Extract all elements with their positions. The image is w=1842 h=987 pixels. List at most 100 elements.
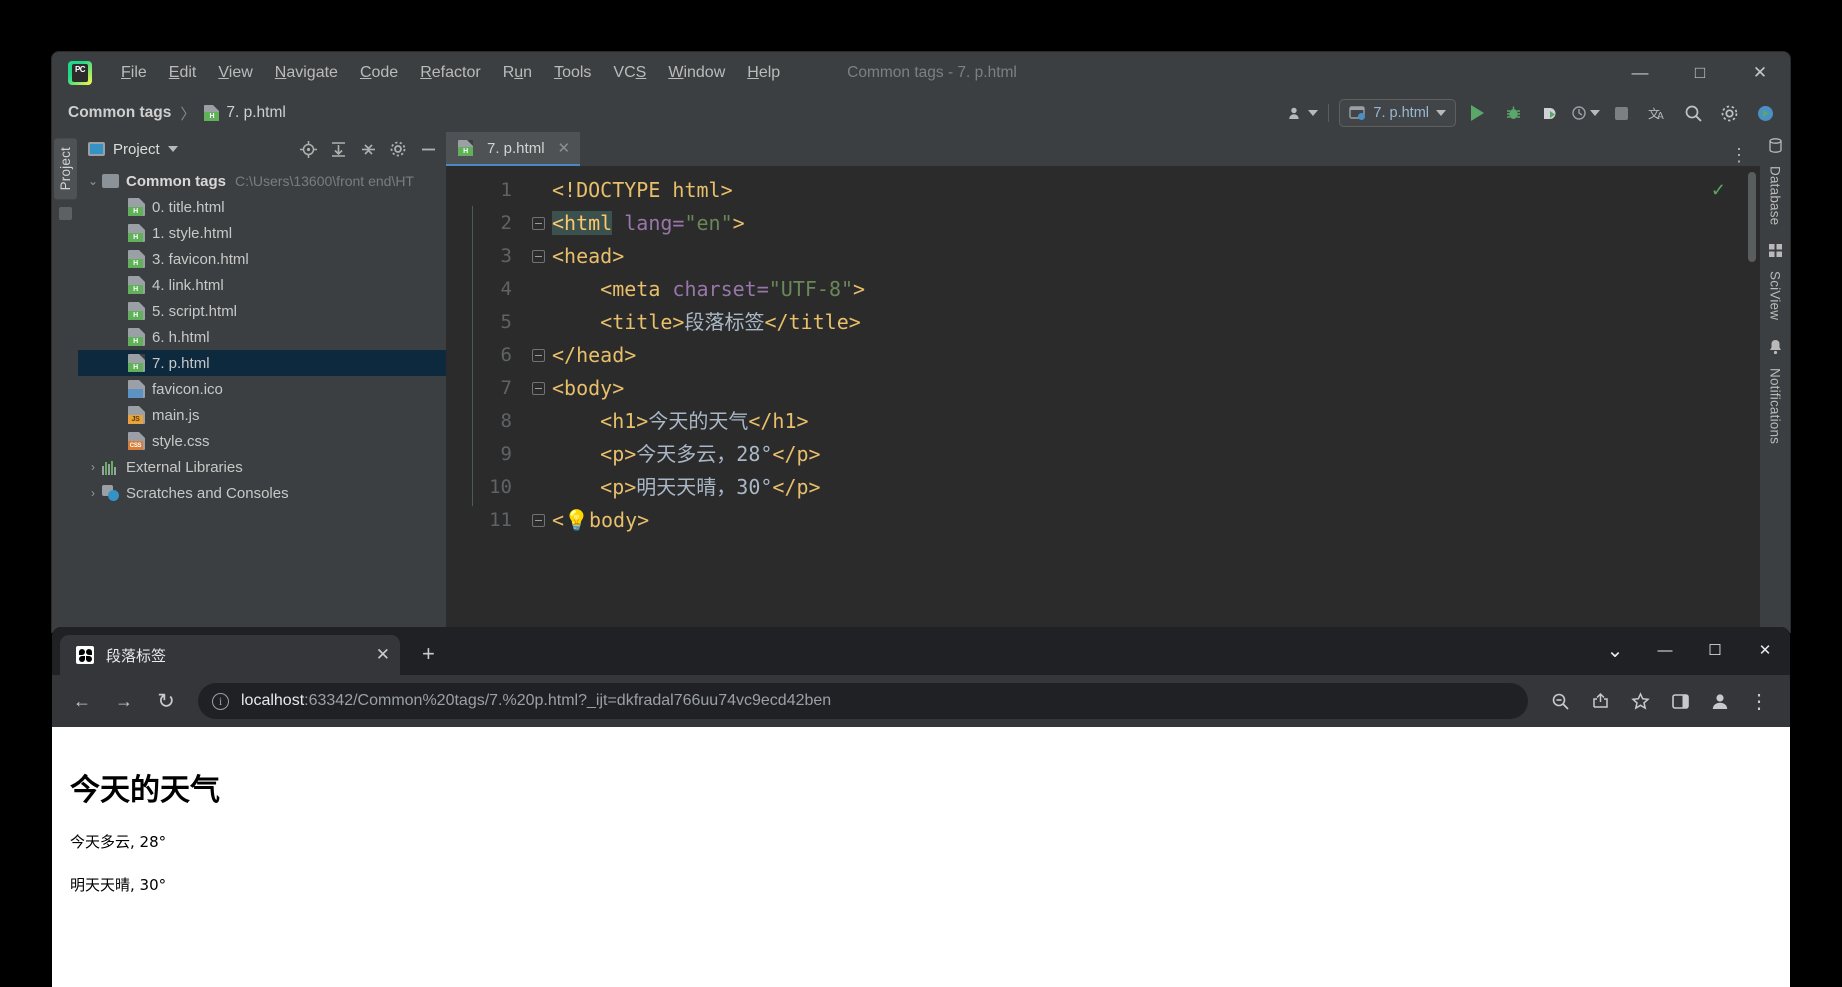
sciview-icon[interactable] <box>1768 243 1783 261</box>
code-token: charset= <box>660 277 769 301</box>
fold-gutter[interactable] <box>524 166 552 632</box>
code-token: <html <box>552 211 613 235</box>
browser-tab[interactable]: 段落标签 ✕ <box>60 635 400 675</box>
bookmark-star-icon[interactable] <box>1622 683 1658 719</box>
sidebar-item-project[interactable]: Project <box>53 138 77 200</box>
html-file-icon: H <box>128 302 145 320</box>
chevron-down-icon[interactable]: ⌄ <box>84 174 102 188</box>
project-panel-header: Project <box>78 132 446 166</box>
profiler-icon[interactable] <box>1570 99 1600 127</box>
breadcrumb-project[interactable]: Common tags <box>68 104 171 122</box>
back-button[interactable]: ← <box>64 683 100 719</box>
chrome-menu-icon[interactable]: ⋮ <box>1742 683 1778 719</box>
fold-toggle-icon[interactable] <box>524 504 552 537</box>
settings-gear-icon[interactable] <box>1714 99 1744 127</box>
locate-icon[interactable] <box>296 137 320 161</box>
more-icon[interactable]: ⋮ <box>1730 145 1750 166</box>
inspection-ok-icon[interactable]: ✓ <box>1711 180 1726 201</box>
line-number-gutter: 1 2 3 4 5 6 7 8 9 10 11 <box>446 166 524 632</box>
menu-help[interactable]: Help <box>736 61 791 85</box>
close-button[interactable]: ✕ <box>1740 627 1790 673</box>
search-icon[interactable] <box>1678 99 1708 127</box>
line-number: 10 <box>489 476 512 498</box>
menu-window[interactable]: Window <box>657 61 736 85</box>
updates-icon[interactable] <box>1750 99 1780 127</box>
stop-icon[interactable] <box>1606 99 1636 127</box>
tree-node[interactable]: › External Libraries <box>78 454 446 480</box>
chevron-down-icon[interactable] <box>167 146 178 152</box>
collapse-all-icon[interactable] <box>356 137 380 161</box>
project-panel-title[interactable]: Project <box>113 141 160 158</box>
reload-button[interactable]: ↻ <box>148 683 184 719</box>
menu-tools[interactable]: Tools <box>543 61 602 85</box>
close-button[interactable]: ✕ <box>1730 52 1790 94</box>
minimize-button[interactable]: — <box>1610 52 1670 94</box>
run-icon[interactable] <box>1462 99 1492 127</box>
zoom-icon[interactable] <box>1542 683 1578 719</box>
menu-run[interactable]: Run <box>492 61 543 85</box>
fold-toggle-icon[interactable] <box>524 339 552 372</box>
menu-navigate[interactable]: Navigate <box>264 61 349 85</box>
code-token: <meta <box>552 277 661 301</box>
tree-node[interactable]: H 3. favicon.html <box>78 246 446 272</box>
forward-button[interactable]: → <box>106 683 142 719</box>
new-tab-button[interactable]: + <box>422 641 435 667</box>
sidebar-item-database[interactable]: Database <box>1768 166 1783 225</box>
maximize-button[interactable]: □ <box>1670 52 1730 94</box>
tree-node[interactable]: H 0. title.html <box>78 194 446 220</box>
tree-node[interactable]: H 7. p.html <box>78 350 446 376</box>
menu-code[interactable]: Code <box>349 61 409 85</box>
chevron-right-icon[interactable]: › <box>84 460 102 474</box>
share-icon[interactable] <box>1582 683 1618 719</box>
user-icon[interactable] <box>1288 99 1319 127</box>
sidebar-item-sciview[interactable]: SciView <box>1768 271 1783 320</box>
hide-panel-icon[interactable] <box>416 137 440 161</box>
site-info-icon[interactable]: i <box>212 692 229 710</box>
fold-toggle-icon[interactable] <box>524 372 552 405</box>
code-token: <body> <box>552 376 625 400</box>
menu-view[interactable]: View <box>207 61 263 85</box>
tree-node[interactable]: JS main.js <box>78 402 446 428</box>
tree-node[interactable]: H 4. link.html <box>78 272 446 298</box>
close-icon[interactable]: ✕ <box>376 645 390 665</box>
line-number: 7 <box>500 377 512 399</box>
maximize-button[interactable]: ☐ <box>1690 627 1740 673</box>
menu-edit[interactable]: Edit <box>158 61 208 85</box>
expand-all-icon[interactable] <box>326 137 350 161</box>
code-token: > <box>853 277 866 301</box>
tree-node[interactable]: › Scratches and Consoles <box>78 480 446 506</box>
menu-refactor[interactable]: Refactor <box>409 61 491 85</box>
notifications-bell-icon[interactable] <box>1768 339 1783 358</box>
database-icon[interactable] <box>1768 138 1783 156</box>
fold-toggle-icon[interactable] <box>524 207 552 240</box>
tree-node[interactable]: CSS style.css <box>78 428 446 454</box>
profile-icon[interactable] <box>1702 683 1738 719</box>
tree-node[interactable]: H 5. script.html <box>78 298 446 324</box>
chevron-right-icon[interactable]: › <box>84 486 102 500</box>
fold-toggle-icon[interactable] <box>524 240 552 273</box>
run-configuration-selector[interactable]: 7. p.html <box>1339 99 1456 127</box>
menu-vcs[interactable]: VCS <box>602 61 657 85</box>
breadcrumb-file[interactable]: 7. p.html <box>226 104 285 122</box>
tree-node[interactable]: H 1. style.html <box>78 220 446 246</box>
sidebar-item-notifications[interactable]: Notifications <box>1768 368 1783 444</box>
code-viewport[interactable]: 1 2 3 4 5 6 7 8 9 10 11 <!DOCTYPE html> <html lang=… <box>446 166 1760 632</box>
tree-node[interactable]: favicon.ico <box>78 376 446 402</box>
address-bar[interactable]: i localhost:63342/Common%20tags/7.%20p.h… <box>198 683 1528 719</box>
settings-gear-icon[interactable] <box>386 137 410 161</box>
editor-scrollbar[interactable] <box>1748 172 1756 262</box>
debug-icon[interactable] <box>1498 99 1528 127</box>
tree-node[interactable]: ⌄ Common tags C:\Users\13600\front end\HT <box>78 168 446 194</box>
structure-tool-icon[interactable] <box>58 207 72 221</box>
menu-file[interactable]: File <box>110 61 158 85</box>
close-icon[interactable]: ✕ <box>558 139 571 157</box>
minimize-button[interactable]: — <box>1640 627 1690 673</box>
tree-node[interactable]: H 6. h.html <box>78 324 446 350</box>
editor-tab-p-html[interactable]: H 7. p.html ✕ <box>446 132 581 166</box>
translate-icon[interactable]: 文A <box>1642 99 1672 127</box>
side-panel-icon[interactable] <box>1662 683 1698 719</box>
chevron-down-icon[interactable]: ⌄ <box>1590 627 1640 673</box>
code-text[interactable]: <!DOCTYPE html> <html lang="en"> <head> <m… <box>472 166 1760 632</box>
coverage-icon[interactable] <box>1534 99 1564 127</box>
